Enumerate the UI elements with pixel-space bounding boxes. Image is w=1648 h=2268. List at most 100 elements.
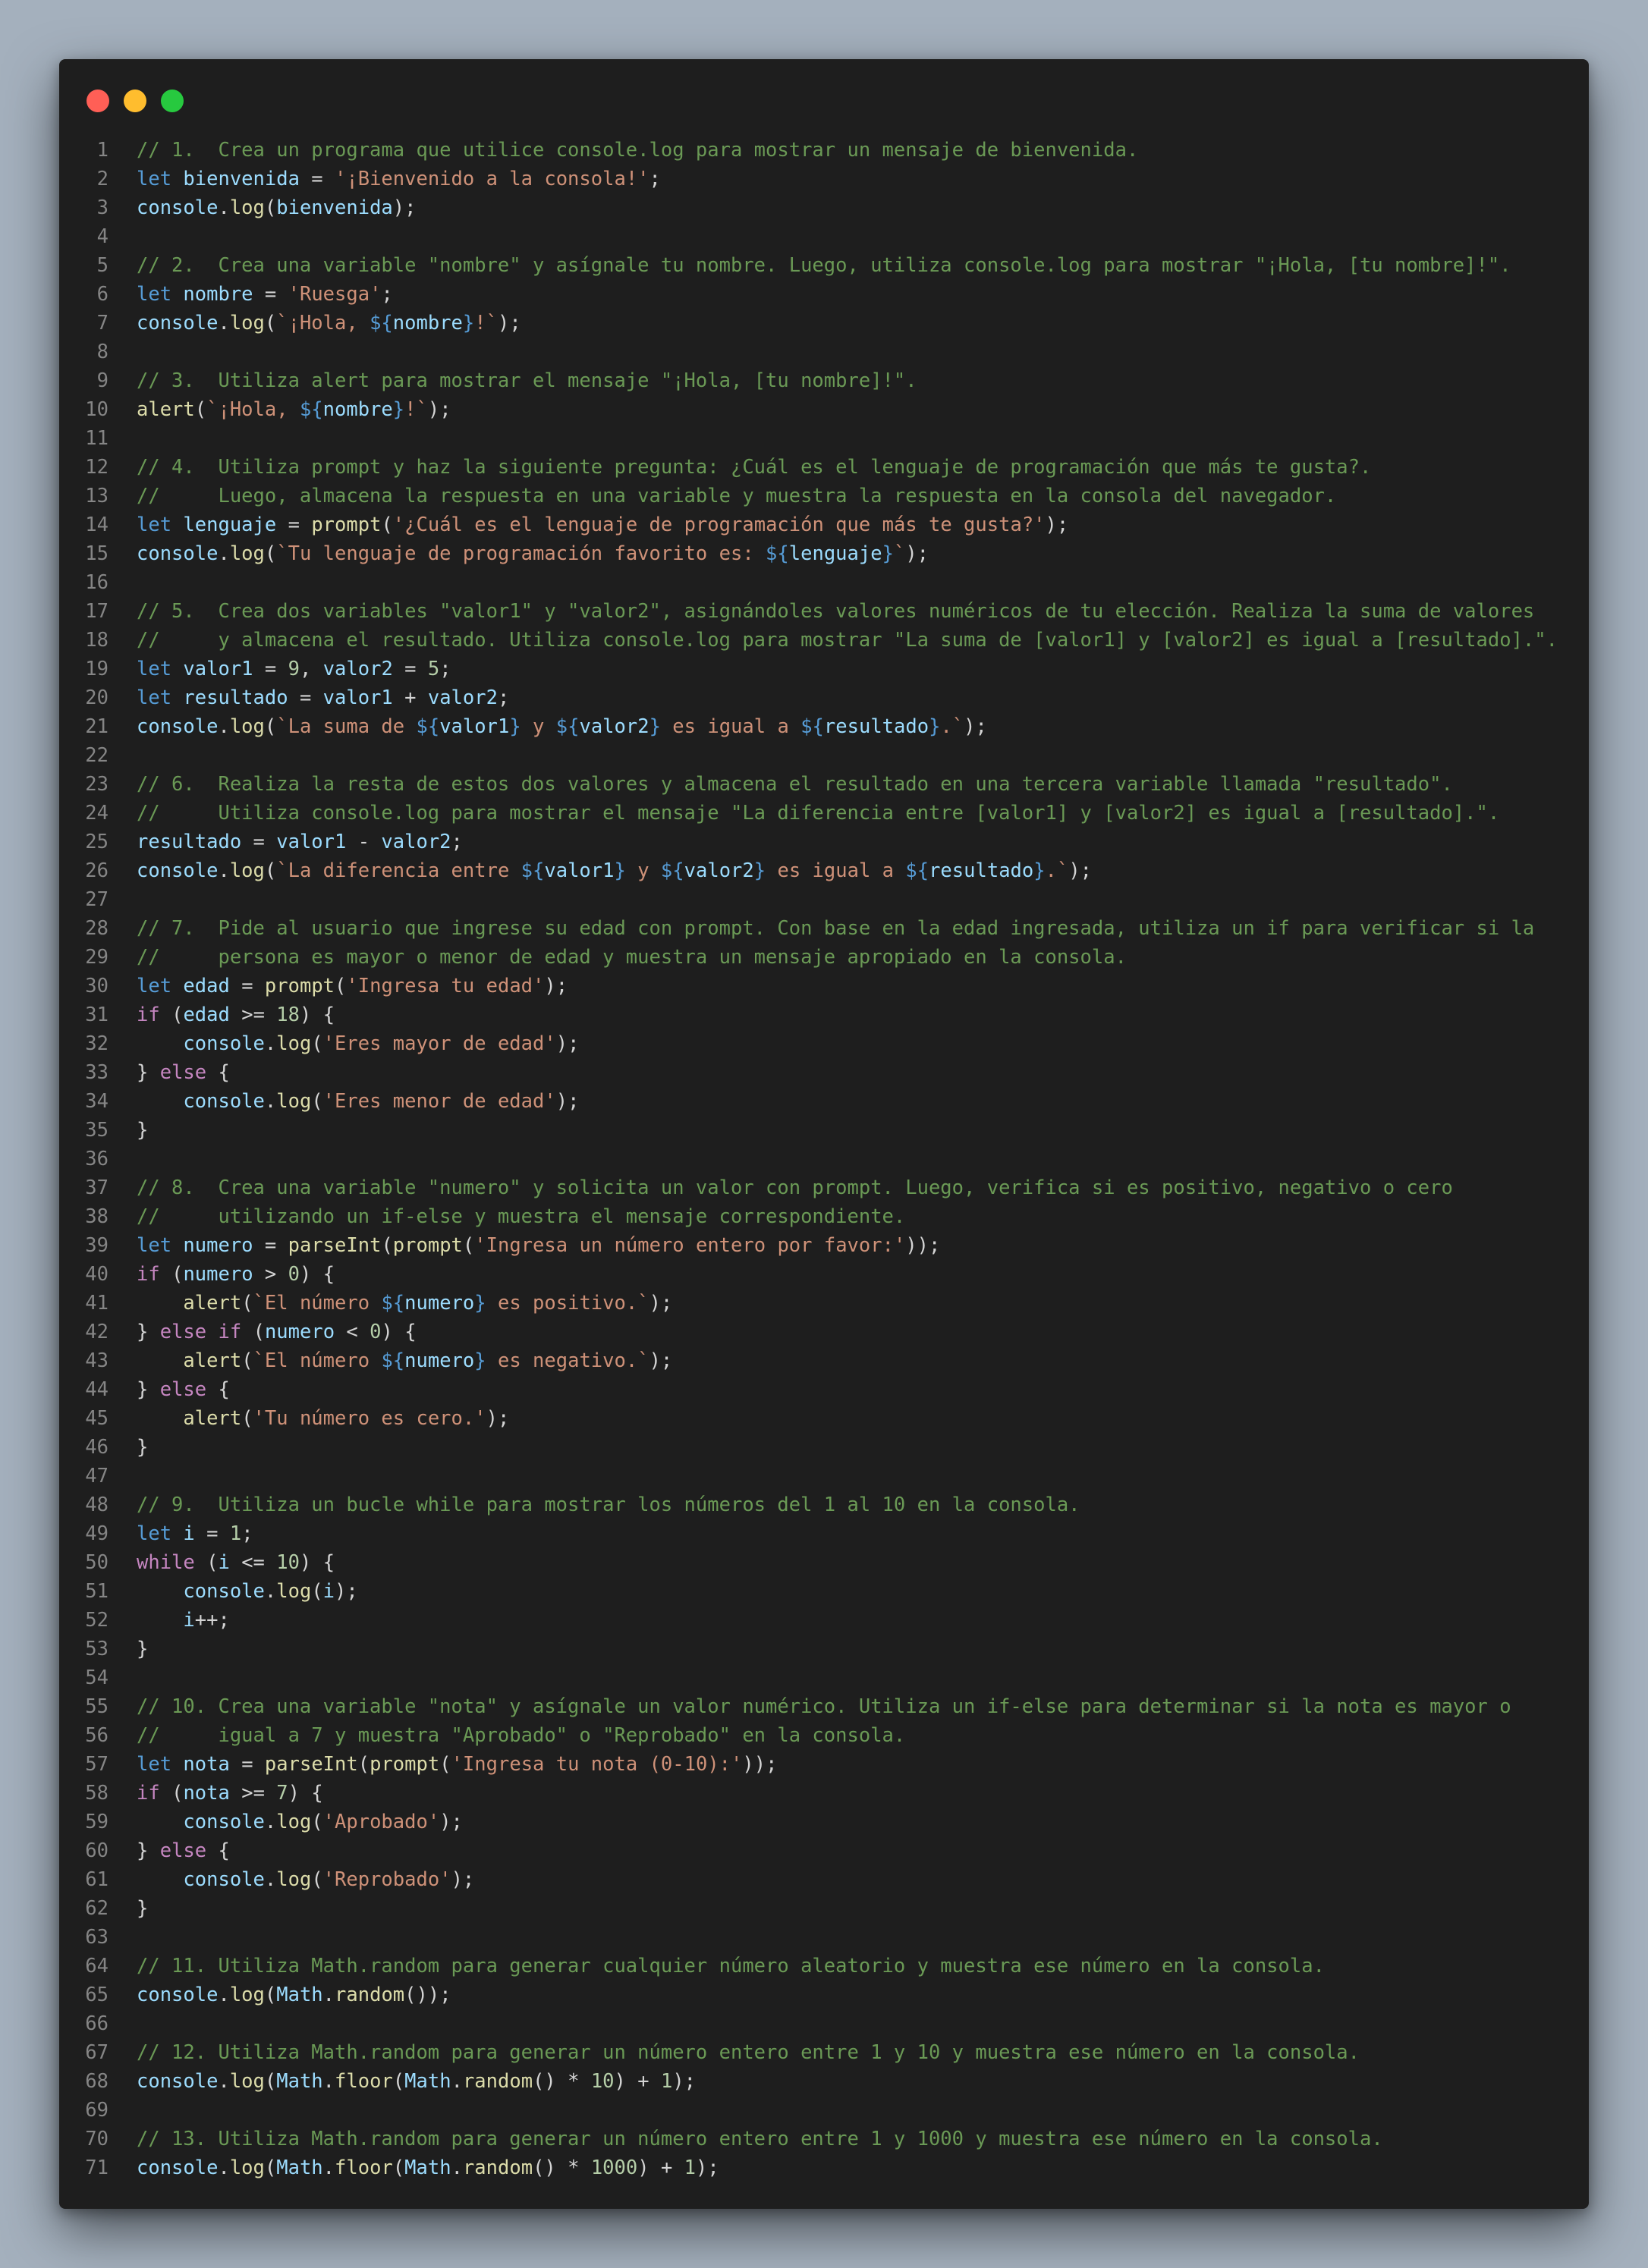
code-line[interactable]: 30 let edad = prompt('Ingresa tu edad');	[59, 972, 1589, 1000]
code-line[interactable]: 39 let numero = parseInt(prompt('Ingresa …	[59, 1231, 1589, 1260]
code-line[interactable]: 26 console.log(`La diferencia entre ${val…	[59, 856, 1589, 885]
close-icon[interactable]	[86, 90, 109, 112]
code-line[interactable]: 63	[59, 1923, 1589, 1952]
punctuation-token: ) {	[381, 1321, 417, 1343]
code-line[interactable]: 17 // 5. Crea dos variables "valor1" y "v…	[59, 597, 1589, 626]
code-line[interactable]: 11	[59, 424, 1589, 453]
code-line[interactable]: 53}	[59, 1635, 1589, 1663]
code-line[interactable]: 52 i++;	[59, 1606, 1589, 1635]
code-line[interactable]: 60} else {	[59, 1836, 1589, 1865]
code-line[interactable]: 67 // 12. Utiliza Math.random para genera…	[59, 2038, 1589, 2067]
code-line[interactable]: 71 console.log(Math.floor(Math.random() *…	[59, 2153, 1589, 2182]
code-line[interactable]: 29 // persona es mayor o menor de edad y …	[59, 943, 1589, 972]
code-line[interactable]: 24 // Utiliza console.log para mostrar el…	[59, 799, 1589, 828]
code-line[interactable]: 56 // igual a 7 y muestra "Aprobado" o "R…	[59, 1721, 1589, 1750]
comment-token: // igual a 7 y muestra "Aprobado" o "Rep…	[137, 1724, 906, 1747]
code-line[interactable]: 69	[59, 2096, 1589, 2125]
function-token: alert	[183, 1349, 242, 1372]
code-line[interactable]: 35}	[59, 1116, 1589, 1145]
code-line[interactable]: 61 console.log('Reprobado');	[59, 1865, 1589, 1894]
code-line[interactable]: 64 // 11. Utiliza Math.random para genera…	[59, 1952, 1589, 1981]
comment-token: // persona es mayor o menor de edad y mu…	[137, 946, 1127, 969]
code-editor[interactable]: 1 // 1. Crea un programa que utilice cons…	[59, 136, 1589, 2182]
code-line[interactable]: 42} else if (numero < 0) {	[59, 1318, 1589, 1346]
code-line[interactable]: 31 if (edad >= 18) {	[59, 1000, 1589, 1029]
code-line[interactable]: 25 resultado = valor1 - valor2;	[59, 828, 1589, 856]
code-line[interactable]: 38 // utilizando un if-else y muestra el …	[59, 1202, 1589, 1231]
code-line[interactable]: 20 let resultado = valor1 + valor2;	[59, 683, 1589, 712]
line-number: 58	[85, 1782, 109, 1805]
code-line[interactable]: 16	[59, 568, 1589, 597]
code-line[interactable]: 66	[59, 2009, 1589, 2038]
code-line[interactable]: 13 // Luego, almacena la respuesta en una…	[59, 482, 1589, 510]
code-line[interactable]: 2 let bienvenida = '¡Bienvenido a la cons…	[59, 165, 1589, 193]
number-token: 9	[288, 658, 300, 680]
code-line[interactable]: 55 // 10. Crea una variable "nota" y asíg…	[59, 1692, 1589, 1721]
code-line[interactable]: 51 console.log(i);	[59, 1577, 1589, 1606]
code-line[interactable]: 4	[59, 222, 1589, 251]
code-line[interactable]: 49 let i = 1;	[59, 1519, 1589, 1548]
maximize-icon[interactable]	[161, 90, 184, 112]
code-line[interactable]: 14 let lenguaje = prompt('¿Cuál es el len…	[59, 510, 1589, 539]
code-line[interactable]: 54	[59, 1663, 1589, 1692]
punctuation-token: ;	[241, 1522, 253, 1545]
punctuation-token: (	[241, 1292, 253, 1315]
line-source: }	[137, 1635, 148, 1663]
line-number: 33	[85, 1061, 109, 1084]
code-line[interactable]: 70 // 13. Utiliza Math.random para genera…	[59, 2125, 1589, 2153]
code-line[interactable]: 37 // 8. Crea una variable "numero" y sol…	[59, 1173, 1589, 1202]
punctuation-token: .	[218, 1984, 230, 2006]
code-line[interactable]: 8	[59, 338, 1589, 366]
code-line[interactable]: 18 // y almacena el resultado. Utiliza co…	[59, 626, 1589, 655]
code-line[interactable]: 41 alert(`El número ${numero} es positiv…	[59, 1289, 1589, 1318]
code-line[interactable]: 27	[59, 885, 1589, 914]
code-line[interactable]: 5 // 2. Crea una variable "nombre" y asíg…	[59, 251, 1589, 280]
number-token: 1	[684, 2156, 697, 2179]
code-line[interactable]: 45 alert('Tu número es cero.');	[59, 1404, 1589, 1433]
code-line[interactable]: 9 // 3. Utiliza alert para mostrar el men…	[59, 366, 1589, 395]
code-line[interactable]: 48 // 9. Utiliza un bucle while para most…	[59, 1491, 1589, 1519]
code-line[interactable]: 19 let valor1 = 9, valor2 = 5;	[59, 655, 1589, 683]
code-line[interactable]: 62}	[59, 1894, 1589, 1923]
code-line[interactable]: 47	[59, 1462, 1589, 1491]
punctuation-token: .	[322, 1984, 335, 2006]
code-line[interactable]: 68 console.log(Math.floor(Math.random() *…	[59, 2067, 1589, 2096]
code-line[interactable]: 46}	[59, 1433, 1589, 1462]
identifier-token: valor1	[544, 859, 615, 882]
line-number: 22	[85, 744, 109, 767]
minimize-icon[interactable]	[124, 90, 146, 112]
code-line[interactable]: 23 // 6. Realiza la resta de estos dos va…	[59, 770, 1589, 799]
code-line[interactable]: 3 console.log(bienvenida);	[59, 193, 1589, 222]
code-line[interactable]: 28 // 7. Pide al usuario que ingrese su e…	[59, 914, 1589, 943]
comment-token: // 1. Crea un programa que utilice conso…	[137, 139, 1139, 162]
line-number: 52	[85, 1609, 109, 1632]
line-source: let resultado = valor1 + valor2;	[137, 683, 509, 712]
code-line[interactable]: 40 if (numero > 0) {	[59, 1260, 1589, 1289]
identifier-token: Math	[404, 2156, 451, 2179]
identifier-token: i	[183, 1609, 195, 1632]
code-line[interactable]: 34 console.log('Eres menor de edad');	[59, 1087, 1589, 1116]
code-line[interactable]: 6 let nombre = 'Ruesga';	[59, 280, 1589, 309]
code-line[interactable]: 33} else {	[59, 1058, 1589, 1087]
code-line[interactable]: 12 // 4. Utiliza prompt y haz la siguient…	[59, 453, 1589, 482]
code-line[interactable]: 57 let nota = parseInt(prompt('Ingresa tu…	[59, 1750, 1589, 1779]
punctuation-token: =	[253, 658, 288, 680]
code-line[interactable]: 15 console.log(`Tu lenguaje de programaci…	[59, 539, 1589, 568]
code-line[interactable]: 59 console.log('Aprobado');	[59, 1808, 1589, 1836]
code-line[interactable]: 58 if (nota >= 7) {	[59, 1779, 1589, 1808]
code-line[interactable]: 22	[59, 741, 1589, 770]
punctuation-token: -	[346, 831, 382, 853]
keyword-token: let	[137, 514, 172, 536]
code-line[interactable]: 7 console.log(`¡Hola, ${nombre}!`);	[59, 309, 1589, 338]
code-line[interactable]: 36	[59, 1145, 1589, 1173]
code-line[interactable]: 43 alert(`El número ${numero} es negativ…	[59, 1346, 1589, 1375]
code-line[interactable]: 1 // 1. Crea un programa que utilice cons…	[59, 136, 1589, 165]
interpolation-token: }	[474, 1349, 486, 1372]
code-line[interactable]: 10 alert(`¡Hola, ${nombre}!`);	[59, 395, 1589, 424]
punctuation-token: );	[905, 542, 929, 565]
code-line[interactable]: 65 console.log(Math.random());	[59, 1981, 1589, 2009]
code-line[interactable]: 21 console.log(`La suma de ${valor1} y ${…	[59, 712, 1589, 741]
code-line[interactable]: 32 console.log('Eres mayor de edad');	[59, 1029, 1589, 1058]
code-line[interactable]: 44} else {	[59, 1375, 1589, 1404]
code-line[interactable]: 50 while (i <= 10) {	[59, 1548, 1589, 1577]
